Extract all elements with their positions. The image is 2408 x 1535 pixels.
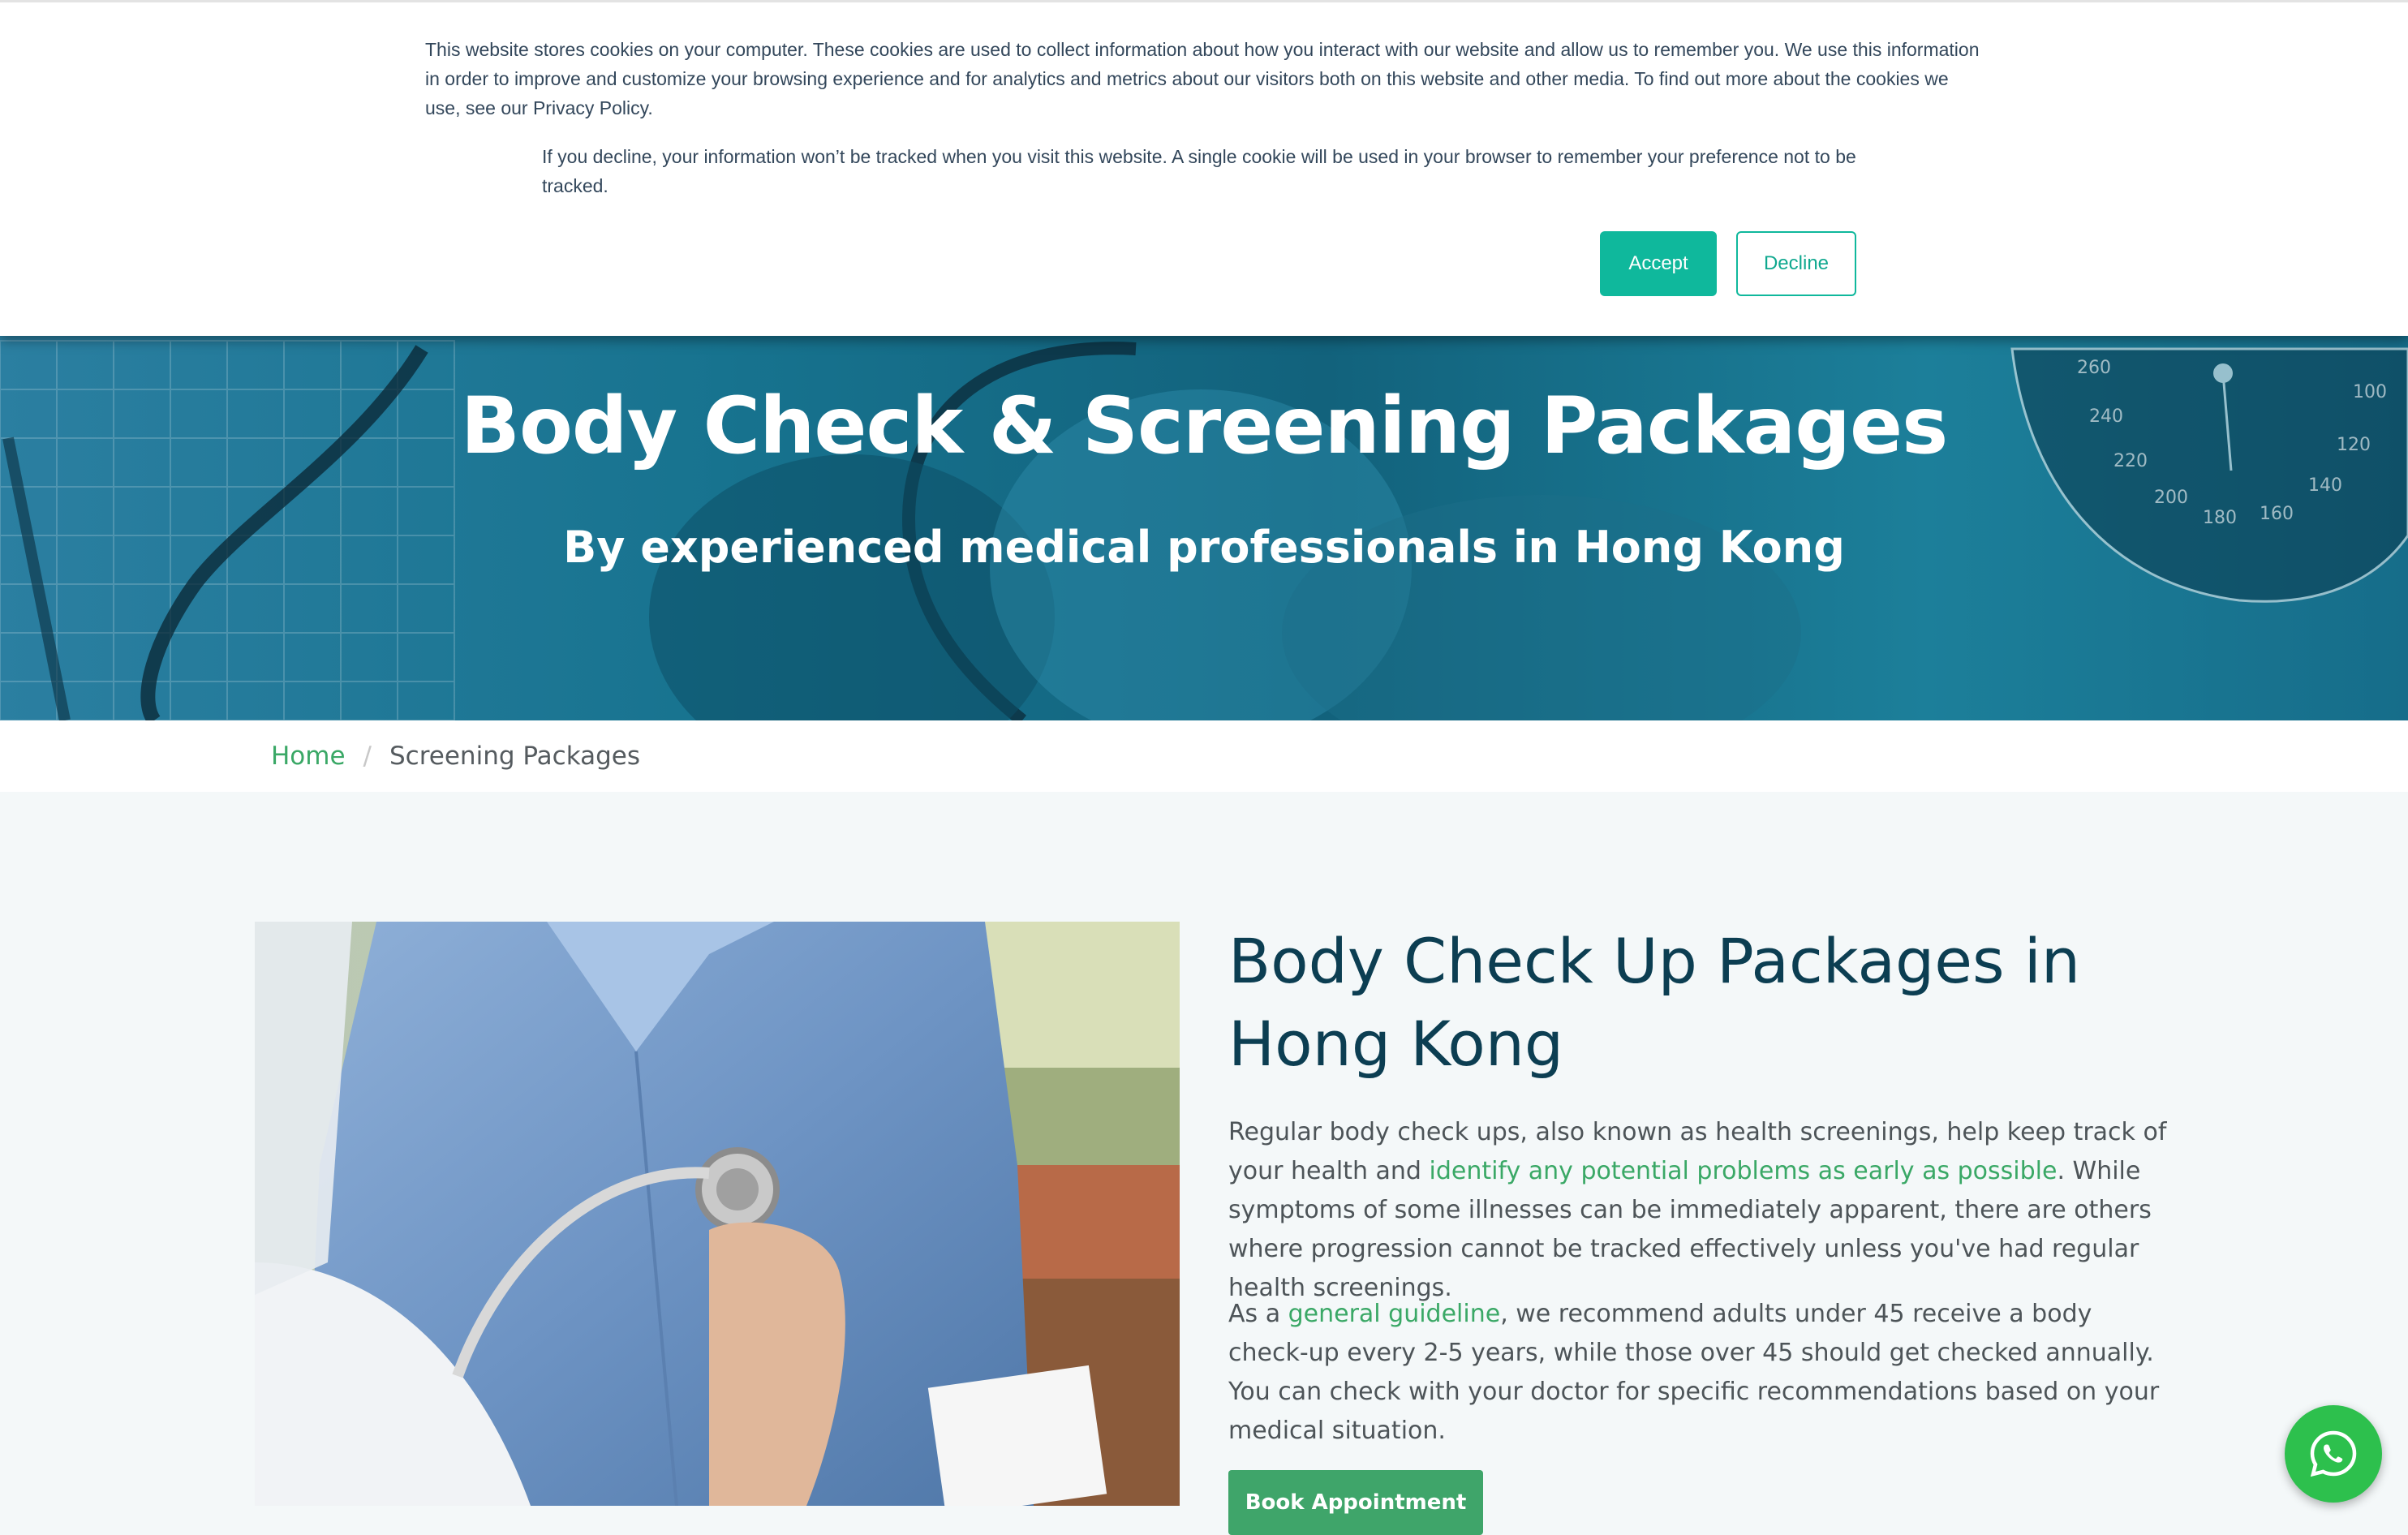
paragraph-text: As a — [1228, 1300, 1288, 1328]
decline-cookies-button[interactable]: Decline — [1736, 231, 1856, 296]
breadcrumb-bar: Home / Screening Packages — [0, 720, 2408, 792]
cookie-notice-text: This website stores cookies on your comp… — [425, 39, 1980, 118]
cookie-consent-banner: This website stores cookies on your comp… — [0, 0, 2408, 336]
accept-cookies-button[interactable]: Accept — [1600, 231, 1717, 296]
guideline-paragraph: As a general guideline, we recommend adu… — [1228, 1295, 2178, 1451]
early-detection-link[interactable]: identify any potential problems as early… — [1429, 1157, 2057, 1185]
page-title: Body Check & Screening Packages — [460, 381, 1948, 471]
page-subtitle: By experienced medical professionals in … — [563, 522, 1845, 573]
breadcrumb-current: Screening Packages — [389, 742, 641, 771]
section-title: Body Check Up Packages in Hong Kong — [1228, 925, 2081, 1080]
book-appointment-button[interactable]: Book Appointment — [1228, 1470, 1483, 1535]
doctor-patient-image — [255, 922, 1180, 1506]
gauge-number: 200 — [2154, 488, 2188, 508]
stethoscope-photo — [255, 922, 1180, 1506]
breadcrumb: Home / Screening Packages — [271, 738, 640, 774]
breadcrumb-home-link[interactable]: Home — [271, 742, 346, 771]
breadcrumb-separator: / — [363, 742, 372, 771]
whatsapp-icon — [2310, 1430, 2357, 1477]
whatsapp-chat-button[interactable] — [2285, 1405, 2382, 1503]
intro-paragraph: Regular body check ups, also known as he… — [1228, 1113, 2178, 1308]
cookie-decline-info-text: If you decline, your information won’t b… — [542, 146, 1856, 196]
general-guideline-link[interactable]: general guideline — [1288, 1300, 1501, 1328]
